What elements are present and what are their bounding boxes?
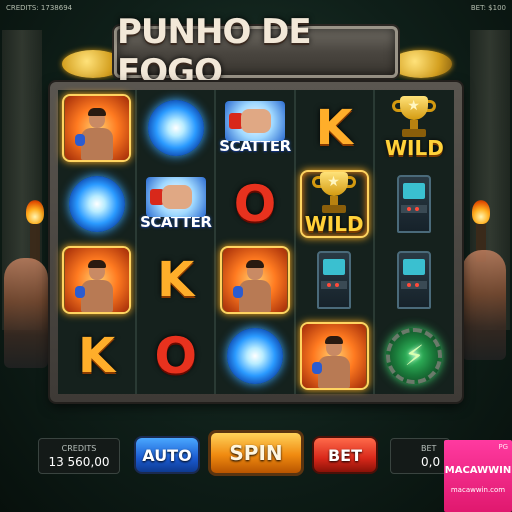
promo-url: macawwin.com xyxy=(450,485,506,494)
wild-label: WILD xyxy=(304,212,364,236)
trophy-icon: ★ xyxy=(312,172,357,214)
credits-value: 13 560,00 xyxy=(48,454,110,469)
fighter-symbol xyxy=(64,96,129,160)
reel-cell xyxy=(375,242,454,318)
fist-icon xyxy=(224,101,285,141)
reel-cell xyxy=(58,166,138,242)
bet-value: 0,0 xyxy=(421,454,441,469)
letter-symbol: K xyxy=(77,328,116,384)
energy-orb-symbol xyxy=(226,328,283,384)
bet-panel: BET 0,0 xyxy=(390,438,450,474)
scatter-symbol: SCATTER xyxy=(219,96,291,160)
trophy-icon: ★ xyxy=(392,96,437,138)
fighter-symbol xyxy=(64,248,129,312)
reel-cell xyxy=(58,242,138,318)
lightning-bolt-symbol: ⚡ xyxy=(386,328,443,384)
reel-cell: SCATTER xyxy=(137,166,217,242)
energy-orb-symbol xyxy=(68,176,125,232)
promo-brand: MACAWWIN xyxy=(444,464,512,476)
game-title-plate: PUNHO DE FOGO xyxy=(114,12,398,92)
bet-status-text: BET: $100 xyxy=(470,4,506,12)
credits-status-text: CREDITS: 1738694 xyxy=(6,4,73,12)
spin-button[interactable]: SPIN xyxy=(208,430,304,476)
reel-cell: O xyxy=(216,166,296,242)
torch-flame-left xyxy=(26,200,44,224)
reel-cell: K xyxy=(58,318,138,394)
background-fighter-left xyxy=(4,258,48,368)
reel-cell xyxy=(296,318,375,394)
bet-button[interactable]: BET xyxy=(312,436,378,474)
coin-pile-right xyxy=(390,50,452,78)
reel-cell xyxy=(216,318,296,394)
reel-cell xyxy=(58,90,138,166)
energy-orb-symbol xyxy=(147,100,204,156)
letter-symbol: O xyxy=(233,175,277,233)
reel-cell xyxy=(296,242,375,318)
scatter-symbol: SCATTER xyxy=(140,172,212,236)
wild-label: WILD xyxy=(384,136,444,160)
arcade-cabinet-symbol xyxy=(397,175,432,233)
wild-symbol: ★ WILD xyxy=(382,96,446,160)
reel-cell xyxy=(375,166,454,242)
torch-left xyxy=(30,222,40,262)
letter-symbol: K xyxy=(315,100,353,156)
wild-symbol: ★ WILD xyxy=(302,172,366,236)
promo-badge[interactable]: PG MACAWWIN macawwin.com xyxy=(444,440,512,512)
game-title: PUNHO DE FOGO xyxy=(117,12,312,92)
reel-cell xyxy=(216,242,296,318)
background-fighter-right xyxy=(462,250,506,360)
promo-top-text: PG xyxy=(498,443,508,451)
fist-icon xyxy=(145,177,206,217)
auto-button[interactable]: AUTO xyxy=(134,436,200,474)
reel-cell: ★ WILD xyxy=(296,166,375,242)
fighter-symbol xyxy=(222,248,287,312)
reel-cell: O xyxy=(137,318,217,394)
reel-cell: K xyxy=(296,90,375,166)
reel-grid: SCATTER K ★ WILD SCATTER O ★ WILD K K O ⚡ xyxy=(58,90,454,394)
bet-label: BET xyxy=(421,443,437,453)
arcade-cabinet-symbol xyxy=(317,251,352,309)
reel-cell: K xyxy=(137,242,217,318)
reel-cell: SCATTER xyxy=(216,90,296,166)
reel-cell xyxy=(137,90,217,166)
letter-symbol: K xyxy=(157,252,195,308)
fighter-symbol xyxy=(302,324,367,388)
torch-flame-right xyxy=(472,200,490,224)
reel-cell: ★ WILD xyxy=(375,90,454,166)
reel-frame: SCATTER K ★ WILD SCATTER O ★ WILD K K O ⚡ xyxy=(50,82,462,402)
arcade-cabinet-symbol xyxy=(397,251,432,309)
credits-panel: CREDITS 13 560,00 xyxy=(38,438,120,474)
letter-symbol: O xyxy=(154,327,198,385)
reel-cell: ⚡ xyxy=(375,318,454,394)
credits-label: CREDITS xyxy=(61,443,97,453)
